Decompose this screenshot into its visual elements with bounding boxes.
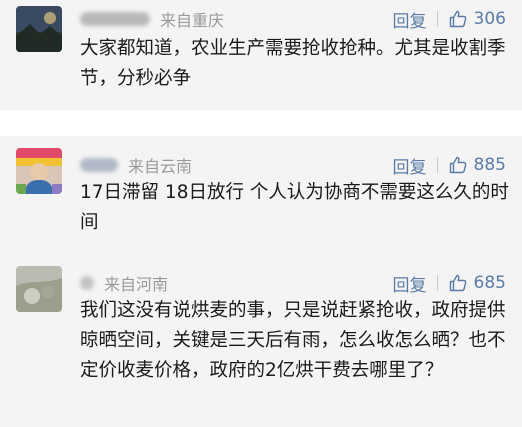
comment-item: 来自重庆 回复 306 大家都知道，农业生产需要抢收抢种。尤其是收割季节，分秒必… xyxy=(0,0,522,110)
location-label: 来自河南 xyxy=(104,275,169,294)
location-label: 来自重庆 xyxy=(160,11,225,30)
divider xyxy=(436,11,438,27)
comment-actions: 回复 306 xyxy=(393,6,506,32)
avatar[interactable] xyxy=(16,266,62,312)
reply-button[interactable]: 回复 xyxy=(393,271,427,296)
comment-actions: 回复 885 xyxy=(393,152,506,178)
comment-meta: 来自重庆 xyxy=(80,6,224,32)
location-label: 来自云南 xyxy=(128,157,193,176)
like-button[interactable]: 306 xyxy=(448,9,506,29)
thumbs-up-icon xyxy=(449,10,466,28)
avatar[interactable] xyxy=(16,6,62,52)
comment-text: 我们这没有说烘麦的事，只是说赶紧抢收，政府提供晾晒空间，关键是三天后有雨，怎么收… xyxy=(80,300,506,381)
avatar[interactable] xyxy=(16,148,62,194)
comment-meta: 来自云南 xyxy=(80,152,192,178)
comment-item: 来自云南 回复 885 17日滞留 18日放行 个人认为协商不需要这么久的时间 xyxy=(0,146,522,246)
username-blurred[interactable] xyxy=(80,276,94,290)
like-button[interactable]: 885 xyxy=(448,155,506,175)
divider xyxy=(436,275,438,291)
username-blurred[interactable] xyxy=(80,12,150,26)
divider xyxy=(436,157,438,173)
comment-feed: 来自重庆 回复 306 大家都知道，农业生产需要抢收抢种。尤其是收割季节，分秒必… xyxy=(0,0,522,427)
comment-text: 大家都知道，农业生产需要抢收抢种。尤其是收割季节，分秒必争 xyxy=(80,38,506,89)
comment-item: 来自河南 回复 685 我们这没有说烘麦的事，只是说赶紧抢收，政府提供晾晒空间，… xyxy=(0,264,522,427)
thumbs-up-icon xyxy=(449,274,466,292)
reply-button[interactable]: 回复 xyxy=(393,153,427,178)
reply-button[interactable]: 回复 xyxy=(393,7,427,32)
like-count: 685 xyxy=(473,273,506,293)
comment-meta: 来自河南 xyxy=(80,270,168,296)
thumbs-up-icon xyxy=(449,156,466,174)
username-blurred[interactable] xyxy=(80,158,118,172)
comment-text: 17日滞留 18日放行 个人认为协商不需要这么久的时间 xyxy=(80,182,509,233)
like-count: 306 xyxy=(473,9,506,29)
like-button[interactable]: 685 xyxy=(448,273,506,293)
like-count: 885 xyxy=(473,155,506,175)
comment-actions: 回复 685 xyxy=(393,270,506,296)
